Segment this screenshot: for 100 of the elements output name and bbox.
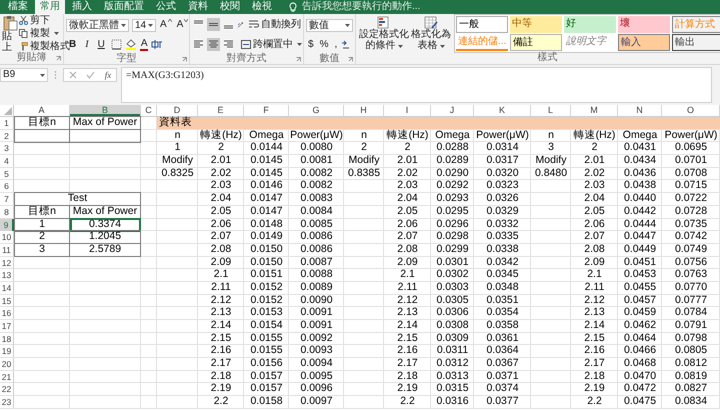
font-size-dropdown[interactable]: 14 bbox=[132, 18, 156, 32]
table-cell-text: Modify bbox=[348, 155, 380, 168]
table-cell-text: 0.0147 bbox=[249, 193, 284, 206]
table-cell-text: 0.0701 bbox=[674, 155, 708, 168]
formula-field[interactable]: =MAX(G3:G1203) bbox=[121, 67, 712, 103]
row-header[interactable]: 11 bbox=[0, 244, 14, 256]
name-box[interactable]: B9 bbox=[0, 68, 48, 82]
ribbon-tab[interactable]: 版面配置 bbox=[99, 0, 149, 14]
table-cell-text: 0.0092 bbox=[299, 332, 334, 345]
row-header[interactable]: 14 bbox=[0, 282, 14, 294]
ribbon-tab[interactable]: 常用 bbox=[35, 0, 65, 14]
table-cell-text: 0.8325 bbox=[160, 168, 195, 180]
insert-function-button[interactable]: fx bbox=[104, 70, 112, 80]
row-header[interactable]: 17 bbox=[0, 320, 14, 332]
ribbon-tab[interactable]: 檔案 bbox=[3, 0, 33, 14]
fill-color-icon[interactable] bbox=[124, 39, 137, 50]
table-cell-text: 0.0819 bbox=[674, 370, 708, 383]
table-cell-text: 0.0451 bbox=[622, 256, 658, 269]
phonetic-guide-icon[interactable] bbox=[151, 39, 164, 50]
ribbon-tab[interactable]: 資料 bbox=[183, 0, 213, 14]
row-header[interactable]: 3 bbox=[0, 142, 14, 154]
table-cell-text: 0.0153 bbox=[249, 307, 284, 320]
table-cell-text: 2.14 bbox=[583, 320, 606, 332]
table-cell-text: 0.0082 bbox=[299, 168, 334, 180]
table-cell-text: 0.0449 bbox=[622, 244, 658, 256]
table-cell-text: 0.0290 bbox=[435, 168, 470, 180]
paste-button[interactable]: 貼上 bbox=[2, 14, 18, 52]
row-header[interactable]: 1 bbox=[0, 117, 14, 129]
table-cell-text: 0.0475 bbox=[622, 396, 658, 408]
table-cell-text: 0.0155 bbox=[249, 345, 284, 358]
dialog-launcher-icon[interactable] bbox=[348, 57, 353, 62]
format-as-table-button[interactable]: 格式化為表格 bbox=[410, 16, 452, 51]
ribbon-tab[interactable]: 檢視 bbox=[247, 0, 277, 14]
table-cell-text: 0.0157 bbox=[249, 370, 284, 383]
row-header[interactable]: 19 bbox=[0, 345, 14, 358]
table-cell-text: 0.0292 bbox=[435, 180, 470, 192]
number-format-dropdown[interactable]: 數值 bbox=[306, 18, 353, 32]
decimal-places-icon[interactable] bbox=[341, 40, 352, 50]
format-painter-button[interactable]: 複製格式 bbox=[19, 40, 70, 53]
wrap-text-button[interactable]: 自動換列 bbox=[249, 18, 301, 32]
table-cell-text: 0.0080 bbox=[299, 142, 334, 154]
row-header[interactable]: 23 bbox=[0, 396, 14, 408]
decrease-font-size-button[interactable]: A bbox=[176, 19, 190, 31]
table-cell-text: 0.0289 bbox=[435, 155, 470, 168]
font-style-button[interactable]: U bbox=[94, 38, 108, 50]
number-format-button[interactable]: $ bbox=[306, 38, 316, 50]
cell-style-option[interactable]: 一般 bbox=[456, 16, 508, 33]
row-header[interactable]: 22 bbox=[0, 383, 14, 396]
caret-icon bbox=[148, 24, 154, 26]
number-format-button[interactable]: , bbox=[332, 38, 340, 50]
table-cell-text: 0.0708 bbox=[674, 168, 708, 180]
number-format-button[interactable]: % bbox=[318, 38, 330, 50]
borders-icon[interactable] bbox=[110, 39, 122, 50]
cell-style-option[interactable]: 輸入 bbox=[618, 34, 670, 51]
row-header[interactable]: 6 bbox=[0, 180, 14, 192]
align-center-icon[interactable] bbox=[207, 38, 220, 51]
dialog-launcher-icon[interactable] bbox=[56, 56, 61, 61]
cell-style-option[interactable]: 說明文字 bbox=[564, 34, 616, 51]
table-cell-text: 2.12 bbox=[396, 294, 419, 307]
table-cell-text: 0.0440 bbox=[622, 193, 658, 206]
caret-icon bbox=[121, 24, 126, 26]
cell-style-option[interactable]: 壞 bbox=[618, 16, 670, 33]
table-cell-text: 0.0313 bbox=[435, 370, 470, 383]
dialog-launcher-icon[interactable] bbox=[296, 57, 301, 62]
row-header[interactable]: 8 bbox=[0, 206, 14, 218]
ribbon-tab[interactable]: 插入 bbox=[67, 0, 97, 14]
table-cell-text: 2.14 bbox=[396, 320, 419, 332]
cell-style-option[interactable]: 好 bbox=[564, 16, 616, 33]
resize-grip-icon bbox=[54, 70, 57, 80]
tell-me-search[interactable]: 告訴我您想要執行的動作... bbox=[302, 0, 420, 14]
merge-center-button[interactable]: 跨欄置中 bbox=[241, 38, 302, 51]
table-cell-text: 0.0444 bbox=[622, 218, 658, 230]
row-header[interactable]: 13 bbox=[0, 269, 14, 282]
row-header[interactable]: 10 bbox=[0, 231, 14, 244]
row-header[interactable]: 9 bbox=[0, 218, 14, 230]
row-header[interactable]: 16 bbox=[0, 307, 14, 320]
column-header[interactable]: B bbox=[70, 105, 141, 116]
dialog-launcher-icon[interactable] bbox=[182, 57, 187, 62]
table-cell-text: 2.2 bbox=[586, 396, 603, 408]
font-color-button[interactable]: A bbox=[140, 38, 148, 50]
row-header[interactable]: 20 bbox=[0, 358, 14, 370]
row-header[interactable]: 4 bbox=[0, 155, 14, 168]
increase-font-size-button[interactable]: A bbox=[159, 19, 173, 31]
ribbon-tab[interactable]: 公式 bbox=[151, 0, 181, 14]
ribbon-tab[interactable]: 校閱 bbox=[215, 0, 245, 14]
table-cell-text: Power(μW) bbox=[475, 130, 530, 142]
table-cell-text: 2.06 bbox=[583, 218, 606, 230]
check-icon[interactable] bbox=[86, 71, 96, 79]
table-cell-text: 2.06 bbox=[396, 218, 419, 230]
cell-style-option[interactable]: 輸出 bbox=[672, 34, 720, 51]
font-name-dropdown[interactable]: 微軟正黑體 bbox=[66, 18, 129, 32]
table-cell-text: 0.0472 bbox=[622, 383, 658, 396]
cell-style-option[interactable]: 備註 bbox=[510, 34, 562, 51]
table-cell-text: Modify bbox=[534, 155, 568, 168]
table-cell-text: 0.0090 bbox=[299, 294, 334, 307]
row-header[interactable]: 7 bbox=[0, 193, 14, 206]
conditional-formatting-button[interactable]: 設定格式化的條件 bbox=[358, 16, 410, 51]
align-middle-icon[interactable] bbox=[207, 18, 220, 32]
font-style-button[interactable]: I bbox=[82, 38, 92, 50]
cell-style-option[interactable]: 中等 bbox=[510, 16, 562, 33]
